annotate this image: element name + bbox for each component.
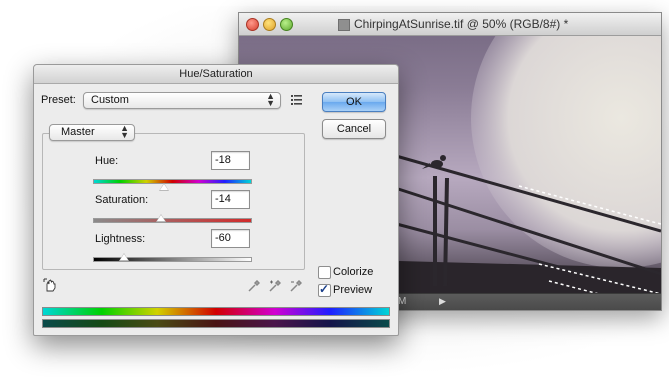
lightness-slider-thumb[interactable]: [119, 253, 130, 261]
status-zoom-text: M: [398, 296, 407, 307]
cancel-button[interactable]: Cancel: [322, 119, 386, 139]
eyedropper-minus-icon[interactable]: [290, 280, 302, 292]
document-icon: [338, 19, 350, 31]
close-window-button[interactable]: [246, 18, 259, 31]
document-titlebar[interactable]: ChirpingAtSunrise.tif @ 50% (RGB/8#) *: [239, 13, 661, 36]
preset-select[interactable]: Custom ▲ ▼: [83, 92, 281, 109]
adjustment-group: [42, 133, 305, 270]
saturation-label: Saturation:: [95, 194, 149, 206]
hue-input[interactable]: -18: [211, 151, 250, 170]
updown-arrows-icon: ▲ ▼: [120, 123, 129, 140]
colorize-label[interactable]: Colorize: [333, 266, 373, 278]
updown-arrows-icon: ▲ ▼: [266, 91, 275, 108]
bird-silhouette: [422, 155, 446, 169]
zoom-window-button[interactable]: [280, 18, 293, 31]
preset-label: Preset:: [41, 94, 76, 106]
document-title: ChirpingAtSunrise.tif @ 50% (RGB/8#) *: [354, 17, 569, 31]
hue-slider-thumb[interactable]: [158, 183, 169, 191]
saturation-slider-thumb[interactable]: [155, 214, 166, 222]
lightness-slider-track[interactable]: [93, 257, 252, 262]
lightness-label: Lightness:: [95, 233, 146, 245]
dialog-titlebar[interactable]: Hue/Saturation: [34, 65, 398, 84]
list-options-icon[interactable]: [291, 94, 303, 106]
preview-label[interactable]: Preview: [333, 284, 372, 296]
hue-saturation-dialog: Hue/Saturation Preset: Custom ▲ ▼ OK Canc…: [33, 64, 399, 336]
lightness-input[interactable]: -60: [211, 229, 250, 248]
saturation-slider-track[interactable]: [93, 218, 252, 223]
colorize-checkbox[interactable]: [318, 266, 331, 279]
output-color-bar: [42, 319, 390, 328]
saturation-input[interactable]: -14: [211, 190, 250, 209]
sun-glow: [471, 36, 661, 268]
eyedropper-plus-icon[interactable]: [269, 280, 281, 292]
status-menu-arrow-icon[interactable]: ▶: [439, 296, 446, 307]
minimize-window-button[interactable]: [263, 18, 276, 31]
channel-value: Master: [61, 126, 95, 138]
input-color-bar: [42, 307, 390, 316]
hue-label: Hue:: [95, 155, 119, 167]
eyedropper-icon[interactable]: [248, 280, 260, 292]
hue-slider-track[interactable]: [93, 179, 252, 184]
preview-checkbox[interactable]: [318, 282, 331, 297]
dialog-title: Hue/Saturation: [179, 68, 253, 80]
ok-button[interactable]: OK: [322, 92, 386, 112]
channel-select[interactable]: Master ▲ ▼: [49, 124, 135, 141]
hand-adjust-icon[interactable]: [43, 278, 57, 292]
preset-value: Custom: [91, 94, 129, 106]
